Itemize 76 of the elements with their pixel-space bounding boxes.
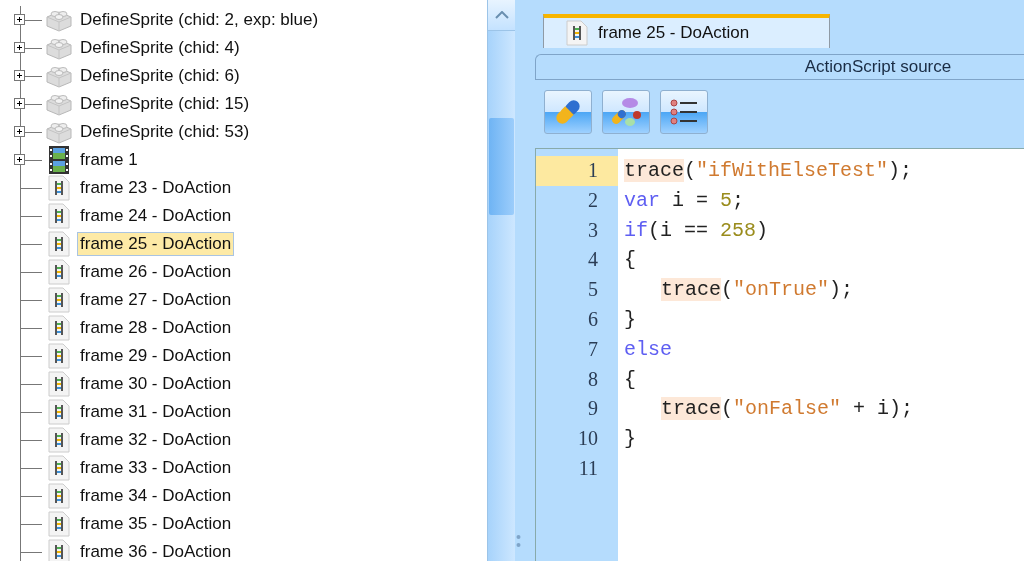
brick-icon bbox=[45, 8, 73, 32]
expand-icon[interactable] bbox=[14, 98, 25, 109]
script-file-icon bbox=[48, 175, 70, 201]
script-file-icon bbox=[48, 343, 70, 369]
splitter-grip-icon[interactable] bbox=[516, 534, 521, 550]
line-number: 5 bbox=[587, 277, 599, 303]
script-file-icon bbox=[48, 315, 70, 341]
tree-item[interactable]: DefineSprite (chid: 2, exp: blue) bbox=[77, 8, 322, 32]
expand-icon[interactable] bbox=[14, 154, 25, 165]
film-icon bbox=[49, 146, 69, 174]
tree-item[interactable]: frame 34 - DoAction bbox=[77, 484, 235, 508]
line-number: 8 bbox=[587, 366, 599, 392]
line-number: 1 bbox=[536, 156, 618, 186]
script-file-icon bbox=[48, 427, 70, 453]
code-line: } bbox=[624, 426, 636, 453]
code-editor[interactable]: 1 2 3 4 5 6 7 8 9 10 11 trace("ifWithElseTest"); var i = 5; if(i == 258) { trace("onTrue"); } else { trace("onFalse" + i); } bbox=[535, 148, 1024, 561]
expand-icon[interactable] bbox=[14, 14, 25, 25]
tree-item[interactable]: frame 33 - DoAction bbox=[77, 456, 235, 480]
script-file-icon bbox=[48, 231, 70, 257]
tree-item[interactable]: DefineSprite (chid: 6) bbox=[77, 64, 243, 88]
script-file-icon bbox=[48, 203, 70, 229]
script-file-icon bbox=[48, 287, 70, 313]
expand-icon[interactable] bbox=[14, 42, 25, 53]
panel-header: ActionScript source bbox=[535, 54, 1024, 80]
tree-item[interactable]: frame 28 - DoAction bbox=[77, 316, 235, 340]
line-number: 6 bbox=[587, 307, 599, 332]
script-file-icon bbox=[566, 20, 588, 46]
code-line: { bbox=[624, 247, 636, 274]
code-line: trace("ifWithElseTest"); bbox=[624, 158, 913, 184]
code-line: if(i == 258) bbox=[624, 217, 769, 244]
tree-item[interactable]: frame 32 - DoAction bbox=[77, 428, 235, 452]
line-number: 10 bbox=[577, 426, 599, 452]
script-file-icon bbox=[48, 259, 70, 285]
line-number: 9 bbox=[587, 396, 599, 422]
list-icon bbox=[669, 98, 699, 126]
script-file-icon bbox=[48, 399, 70, 425]
brick-icon bbox=[45, 64, 73, 88]
code-line: { bbox=[624, 366, 636, 393]
script-file-icon bbox=[48, 483, 70, 509]
line-number: 3 bbox=[587, 217, 599, 243]
tree-item[interactable]: frame 1 bbox=[77, 148, 141, 172]
tree-item[interactable]: DefineSprite (chid: 4) bbox=[77, 36, 243, 60]
tree-item[interactable]: frame 25 - DoAction bbox=[77, 232, 235, 256]
toolbar-button[interactable] bbox=[660, 90, 708, 134]
tree-item[interactable]: DefineSprite (chid: 15) bbox=[77, 92, 253, 116]
code-line: var i = 5; bbox=[624, 187, 745, 214]
line-number: 11 bbox=[577, 455, 599, 481]
code-line: } bbox=[624, 307, 636, 333]
tree-item[interactable]: frame 23 - DoAction bbox=[77, 176, 235, 200]
tree-item[interactable]: frame 35 - DoAction bbox=[77, 512, 235, 536]
code-line: trace("onTrue"); bbox=[661, 277, 854, 304]
scroll-up-icon[interactable] bbox=[494, 11, 509, 19]
scrollbar[interactable] bbox=[487, 0, 515, 561]
script-file-icon bbox=[48, 511, 70, 537]
script-file-icon bbox=[48, 455, 70, 481]
expand-icon[interactable] bbox=[14, 70, 25, 81]
brick-icon bbox=[45, 92, 73, 116]
brick-icon bbox=[45, 36, 73, 60]
script-file-icon bbox=[48, 371, 70, 397]
tree-item[interactable]: DefineSprite (chid: 53) bbox=[77, 120, 253, 144]
tree-item[interactable]: frame 29 - DoAction bbox=[77, 344, 235, 368]
tree-item[interactable]: frame 26 - DoAction bbox=[77, 260, 235, 284]
tree-item[interactable]: frame 30 - DoAction bbox=[77, 372, 235, 396]
tree-item[interactable]: frame 24 - DoAction bbox=[77, 204, 235, 228]
code-line: else bbox=[624, 336, 672, 363]
expand-icon[interactable] bbox=[14, 126, 25, 137]
line-number: 4 bbox=[587, 247, 599, 273]
tree-item[interactable]: frame 27 - DoAction bbox=[77, 288, 235, 312]
line-number: 7 bbox=[587, 336, 599, 362]
tree-item[interactable]: frame 36 - DoAction bbox=[77, 540, 235, 561]
code-line: trace("onFalse" + i); bbox=[661, 396, 914, 423]
document-tab[interactable]: frame 25 - DoAction bbox=[543, 14, 830, 48]
line-number: 2 bbox=[587, 187, 599, 213]
scroll-thumb[interactable] bbox=[489, 118, 514, 215]
brick-icon bbox=[45, 120, 73, 144]
tree-item[interactable]: frame 31 - DoAction bbox=[77, 400, 235, 424]
